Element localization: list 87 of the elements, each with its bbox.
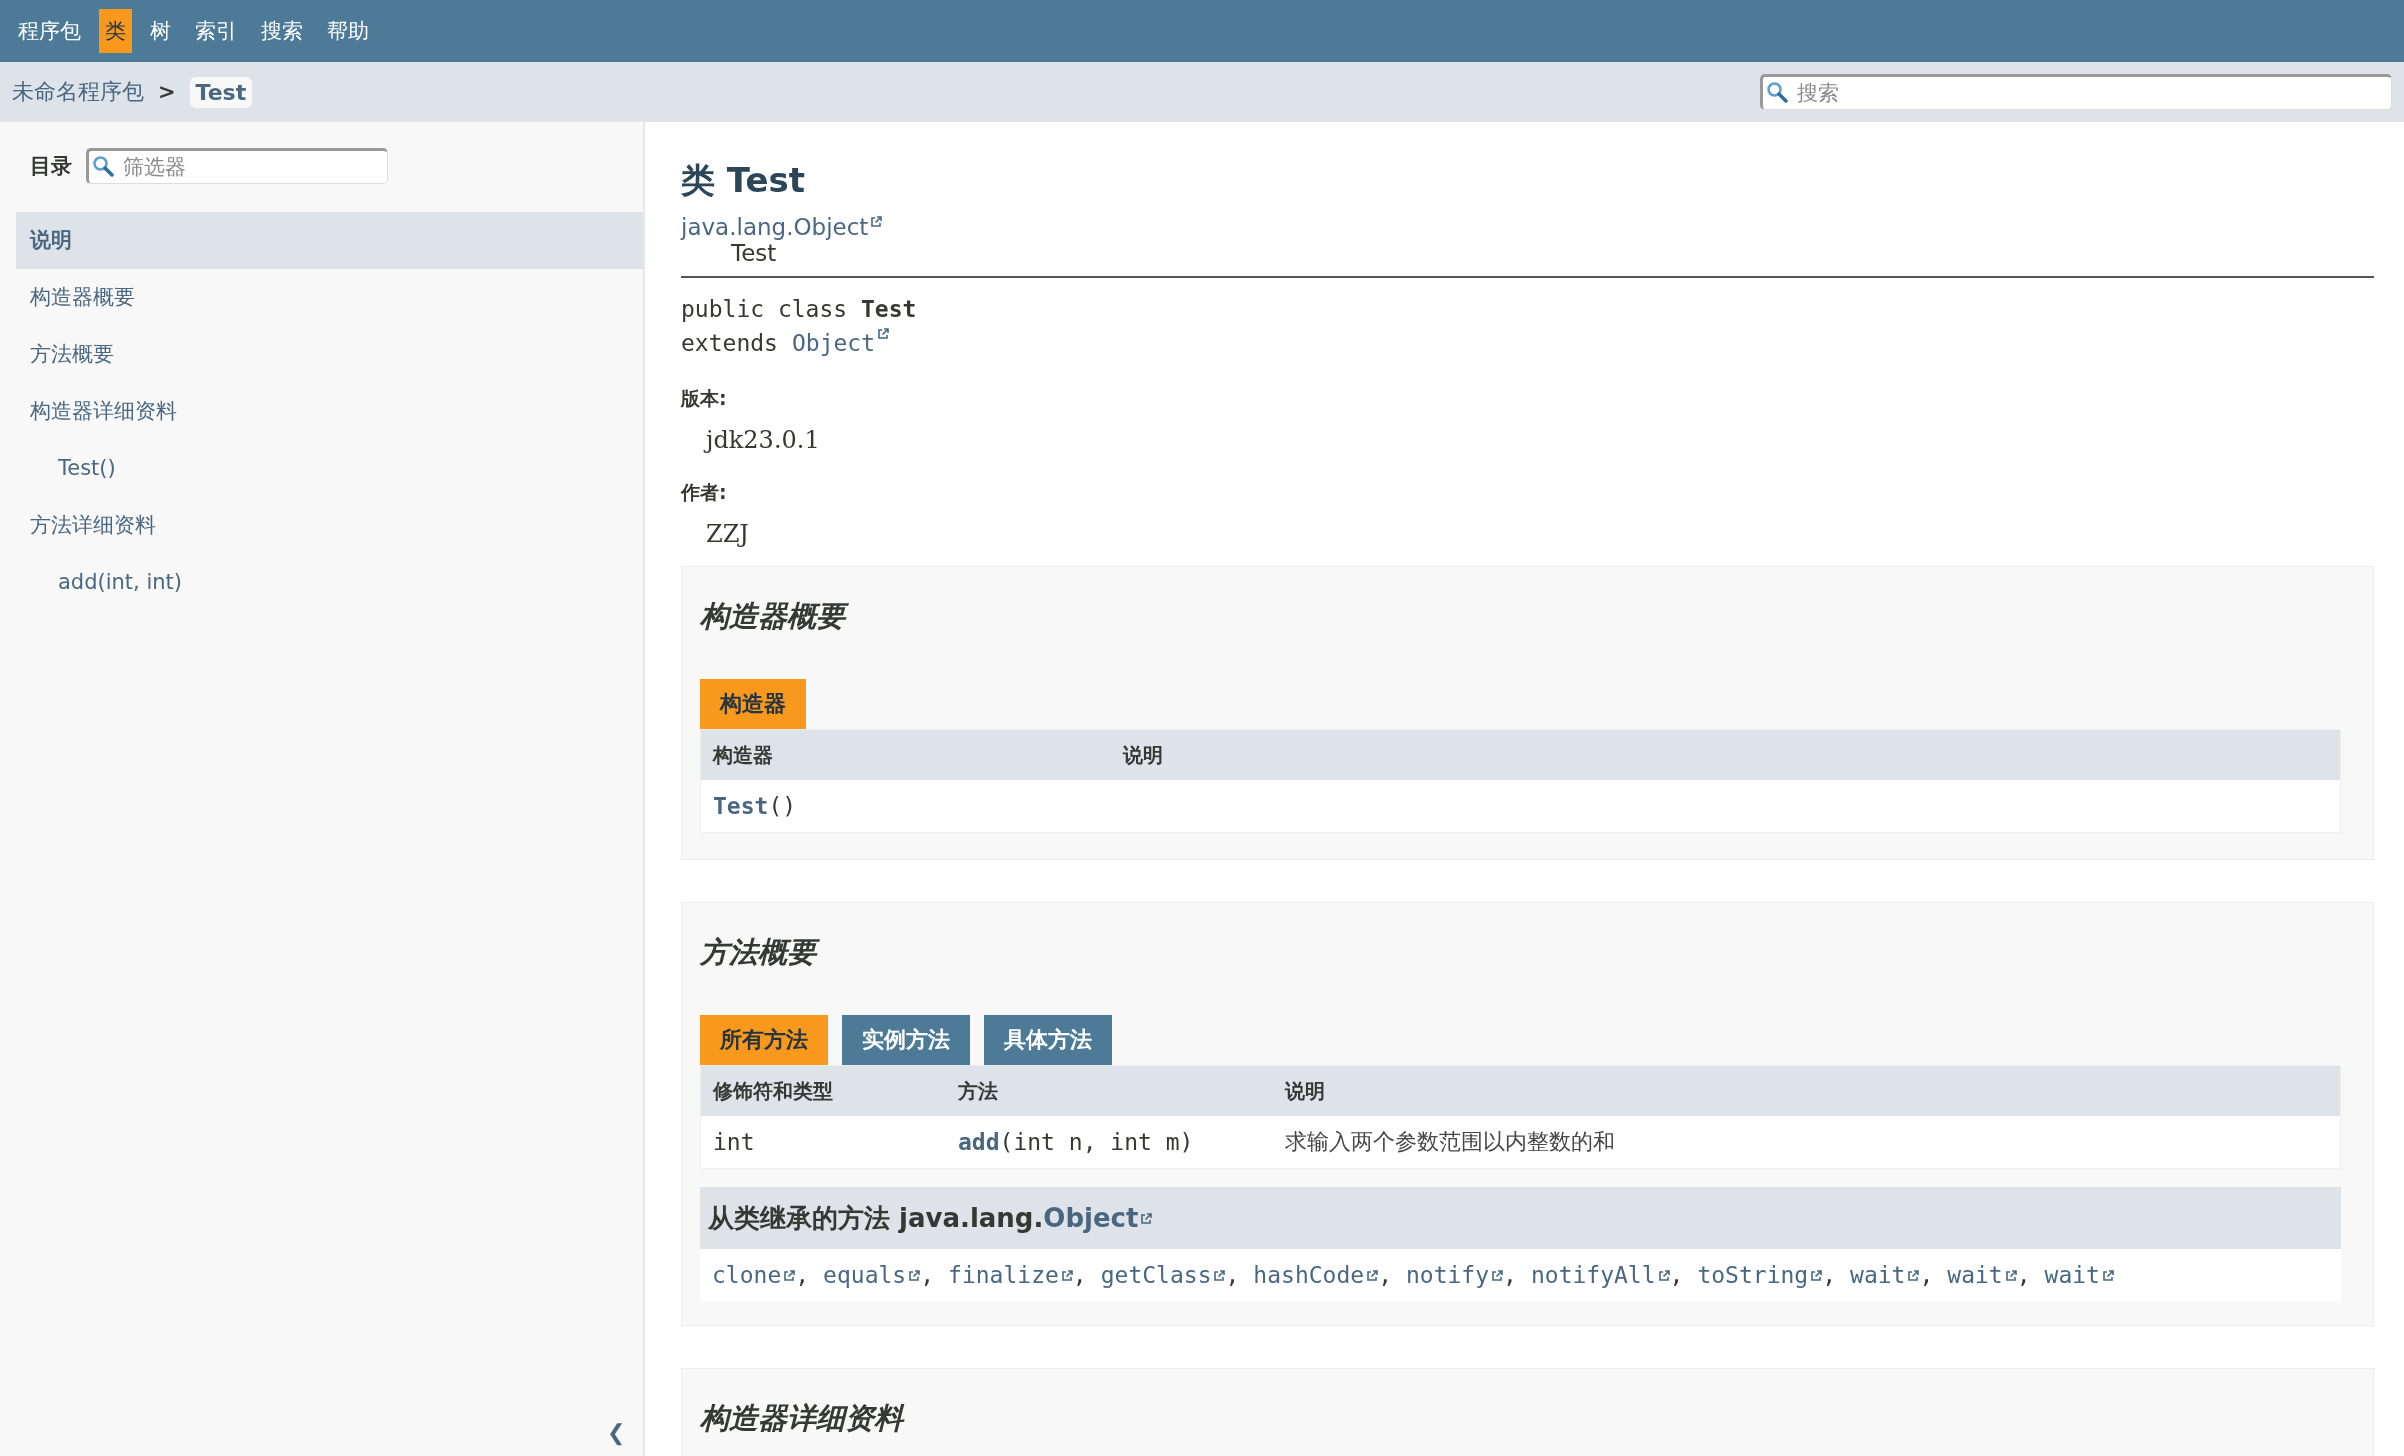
- sidebar-item[interactable]: 方法详细资料: [16, 497, 643, 554]
- external-link-icon: [1213, 1270, 1226, 1282]
- section-title: 方法概要: [700, 933, 2341, 973]
- tag-label: 版本:: [681, 386, 728, 411]
- external-link-icon: [877, 328, 890, 340]
- external-link-icon: [1140, 1213, 1153, 1225]
- inherited-title: 从类继承的方法 java.lang.: [708, 1201, 1044, 1235]
- comma: ,: [2016, 1262, 2031, 1288]
- class-title: 类 Test: [681, 159, 807, 202]
- section-title: 构造器概要: [700, 597, 2341, 637]
- external-link-icon: [1491, 1270, 1504, 1282]
- column-header: 说明: [1273, 1066, 2340, 1116]
- sidebar-item[interactable]: 构造器详细资料: [16, 383, 643, 440]
- comma: ,: [1919, 1262, 1934, 1288]
- filter-field[interactable]: 筛选器: [86, 148, 388, 184]
- toc-title: 目录: [30, 153, 72, 180]
- extends-keyword: extends: [681, 329, 778, 358]
- nav-link[interactable]: 索引: [189, 9, 243, 53]
- comma: ,: [1225, 1262, 1240, 1288]
- method-link[interactable]: wait: [2044, 1262, 2100, 1288]
- method-link[interactable]: hashCode: [1253, 1262, 1365, 1288]
- search-icon: [1766, 81, 1788, 103]
- nav-link[interactable]: 帮助: [321, 9, 375, 53]
- sidebar-item[interactable]: Test(): [16, 440, 643, 497]
- external-link-icon: [908, 1270, 921, 1282]
- sidebar-item[interactable]: 方法概要: [16, 326, 643, 383]
- table-cell: 求输入两个参数范围以内整数的和: [1273, 1116, 2340, 1168]
- nav-link[interactable]: 树: [144, 9, 177, 53]
- sidebar-item[interactable]: 构造器概要: [16, 269, 643, 326]
- method-link[interactable]: add: [958, 1116, 1000, 1168]
- external-link-icon: [870, 216, 883, 228]
- method-link[interactable]: equals: [823, 1262, 907, 1288]
- method-link[interactable]: notify: [1406, 1262, 1490, 1288]
- method-link[interactable]: finalize: [948, 1262, 1059, 1288]
- breadcrumb-link[interactable]: 未命名程序包: [12, 77, 144, 107]
- table-tab[interactable]: 具体方法: [984, 1015, 1112, 1065]
- nav-link[interactable]: 搜索: [255, 9, 309, 53]
- comma: ,: [920, 1262, 935, 1288]
- external-link-icon: [1907, 1270, 1920, 1282]
- method-link[interactable]: clone: [712, 1262, 782, 1288]
- collapse-button[interactable]: ❮: [607, 1420, 625, 1446]
- nav-link[interactable]: 类: [99, 9, 132, 53]
- sidebar-item[interactable]: 说明: [16, 212, 643, 269]
- search-icon: [92, 155, 114, 177]
- column-header: 修饰符和类型: [701, 1066, 946, 1116]
- column-header: 构造器: [701, 730, 1111, 780]
- comma: ,: [1503, 1262, 1517, 1288]
- search-field[interactable]: 搜索: [1760, 74, 2392, 110]
- class-link[interactable]: Object: [1043, 1203, 1139, 1233]
- table-tab[interactable]: 所有方法: [700, 1015, 828, 1065]
- method-link[interactable]: wait: [1850, 1262, 1906, 1288]
- external-link-icon: [783, 1270, 796, 1282]
- external-link-icon: [2004, 1270, 2017, 1282]
- params-text: (): [768, 792, 797, 821]
- sidebar-item[interactable]: add(int, int): [16, 554, 643, 611]
- tag-value: ZZJ: [705, 520, 750, 548]
- external-link-icon: [1657, 1270, 1670, 1282]
- method-link[interactable]: wait: [1947, 1262, 2003, 1288]
- table-tab[interactable]: 实例方法: [842, 1015, 970, 1065]
- method-link[interactable]: getClass: [1100, 1262, 1212, 1288]
- nav-link[interactable]: 程序包: [12, 9, 87, 53]
- superclass-link[interactable]: Object: [791, 326, 876, 360]
- comma: ,: [1072, 1262, 1087, 1288]
- comma: ,: [1822, 1262, 1837, 1288]
- external-link-icon: [1366, 1270, 1379, 1282]
- method-link[interactable]: notifyAll: [1530, 1262, 1656, 1288]
- table-cell: int: [701, 1116, 946, 1168]
- constructor-link[interactable]: Test: [713, 780, 769, 832]
- column-header: 说明: [1111, 730, 2340, 780]
- section-title: 构造器详细资料: [700, 1400, 906, 1437]
- external-link-icon: [2101, 1270, 2114, 1282]
- declaration-text: public class Test: [681, 295, 917, 324]
- breadcrumb-link[interactable]: Test: [189, 76, 253, 108]
- external-link-icon: [1810, 1270, 1823, 1282]
- table-tab[interactable]: 构造器: [700, 679, 806, 729]
- comma: ,: [795, 1262, 810, 1288]
- comma: ,: [1669, 1262, 1684, 1288]
- comma: ,: [1378, 1262, 1392, 1288]
- column-header: 方法: [946, 1066, 1273, 1116]
- params-text: (int n, int m): [999, 1128, 1194, 1157]
- tag-label: 作者:: [681, 480, 728, 505]
- tag-value: jdk23.0.1: [681, 426, 2374, 454]
- superclass-link[interactable]: java.lang.Object: [681, 214, 869, 240]
- method-link[interactable]: toString: [1697, 1262, 1809, 1288]
- class-name: Test: [730, 240, 778, 266]
- breadcrumb-separator: >: [158, 80, 176, 104]
- external-link-icon: [1060, 1270, 1073, 1282]
